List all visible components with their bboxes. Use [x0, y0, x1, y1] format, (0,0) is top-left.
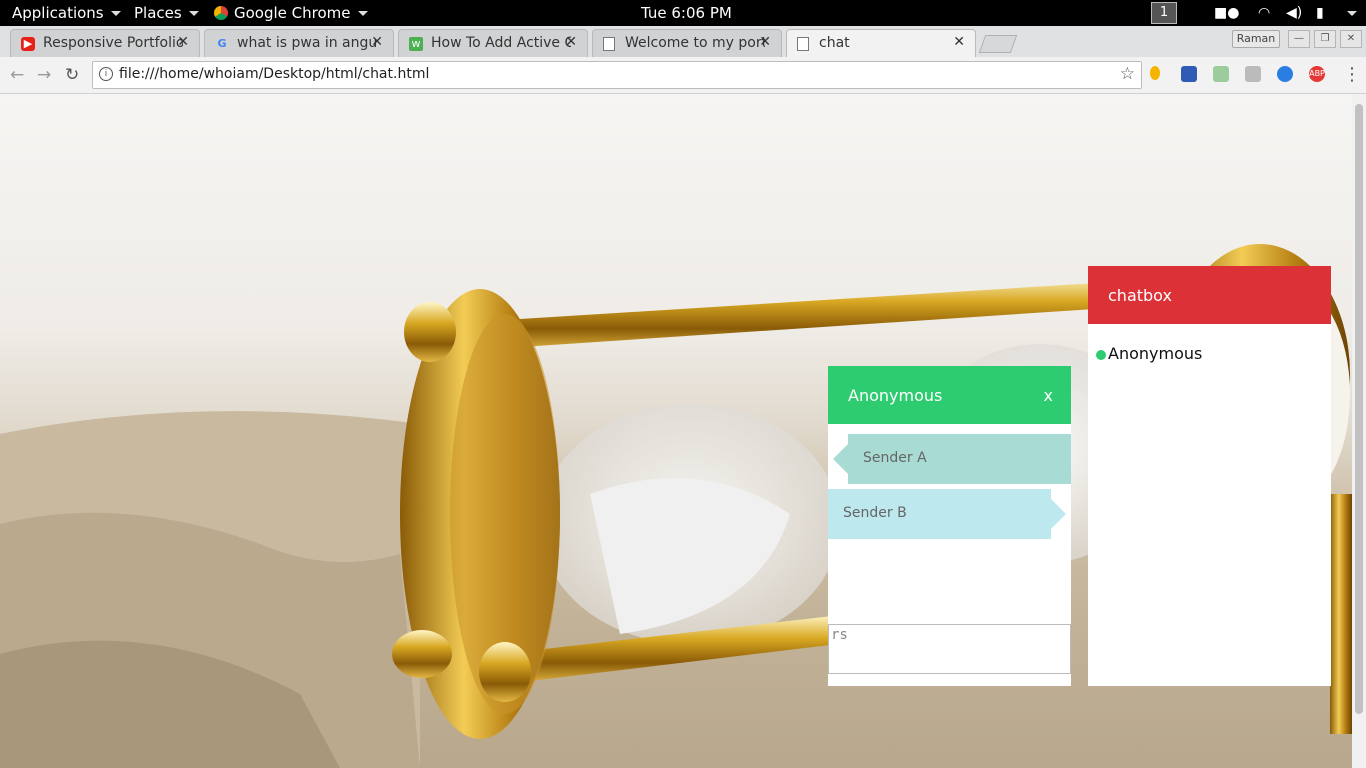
- tab-title: chat: [819, 35, 850, 51]
- conversation-header[interactable]: Anonymous x: [828, 366, 1071, 424]
- clock[interactable]: Tue 6:06 PM: [641, 4, 732, 22]
- close-tab-icon[interactable]: ✕: [177, 34, 189, 50]
- page-scrollbar[interactable]: [1352, 94, 1366, 768]
- tab-title: Responsive Portfolio: [43, 35, 183, 51]
- tab-chat[interactable]: chat ✕: [786, 29, 976, 57]
- message-bubble-right: Sender B: [828, 489, 1066, 539]
- chatbox-title: chatbox: [1108, 286, 1172, 305]
- close-conversation-button[interactable]: x: [1044, 386, 1053, 405]
- tab-responsive-portfolio[interactable]: ▶ Responsive Portfolio ✕: [10, 29, 200, 57]
- browser-toolbar: ← → ↻ i file:///home/whoiam/Desktop/html…: [0, 57, 1366, 94]
- places-menu[interactable]: Places: [134, 4, 199, 22]
- info-icon[interactable]: i: [99, 67, 113, 81]
- close-tab-icon[interactable]: ✕: [565, 34, 577, 50]
- close-tab-icon[interactable]: ✕: [759, 34, 771, 50]
- profile-button[interactable]: Raman: [1232, 30, 1280, 48]
- message-text: Sender A: [863, 450, 927, 466]
- chevron-down-icon: [110, 11, 121, 16]
- tab-title: How To Add Active C: [431, 35, 571, 51]
- user-name: Anonymous: [1108, 344, 1203, 363]
- chrome-icon: [214, 6, 228, 20]
- online-user-item[interactable]: Anonymous: [1096, 344, 1202, 363]
- tab-title: what is pwa in angular: [237, 35, 377, 51]
- sheets-extension-icon[interactable]: [1213, 66, 1229, 82]
- tab-pwa-angular[interactable]: G what is pwa in angular ✕: [204, 29, 394, 57]
- new-tab-button[interactable]: [978, 35, 1018, 53]
- close-window-icon[interactable]: ✕: [1340, 30, 1362, 48]
- chevron-down-icon: [188, 11, 199, 16]
- system-menu-caret[interactable]: [1340, 5, 1357, 21]
- message-input[interactable]: rs: [828, 624, 1071, 674]
- maximize-icon[interactable]: ❐: [1314, 30, 1336, 48]
- minimize-icon[interactable]: —: [1288, 30, 1310, 48]
- address-bar[interactable]: i file:///home/whoiam/Desktop/html/chat.…: [92, 61, 1142, 89]
- close-tab-icon[interactable]: ✕: [953, 34, 965, 50]
- message-text: Sender B: [843, 505, 907, 521]
- message-bubble-left: Sender A: [833, 434, 1071, 484]
- workspace-indicator[interactable]: 1: [1151, 2, 1177, 24]
- chatbox-header[interactable]: chatbox: [1088, 266, 1331, 324]
- chevron-down-icon: [357, 11, 368, 16]
- tab-title: Welcome to my port: [625, 35, 765, 51]
- close-tab-icon[interactable]: ✕: [371, 34, 383, 50]
- active-app-label: Google Chrome: [234, 4, 351, 22]
- contacts-extension-icon[interactable]: [1181, 66, 1197, 82]
- conversation-title: Anonymous: [848, 386, 943, 405]
- page-icon: [603, 37, 615, 51]
- chatbox-panel: chatbox Anonymous: [1088, 266, 1331, 686]
- battery-icon[interactable]: ▮: [1316, 5, 1324, 21]
- youtube-icon: ▶: [21, 37, 35, 51]
- bookmark-star-icon[interactable]: ☆: [1120, 64, 1135, 84]
- page-icon: [797, 37, 809, 51]
- system-top-bar: Applications Places Google Chrome Tue 6:…: [0, 0, 1366, 26]
- reload-icon[interactable]: ↻: [65, 65, 79, 85]
- active-app-menu[interactable]: Google Chrome: [214, 4, 368, 22]
- volume-icon[interactable]: ◀): [1286, 5, 1302, 21]
- scrollbar-thumb[interactable]: [1355, 104, 1363, 714]
- url-text[interactable]: file:///home/whoiam/Desktop/html/chat.ht…: [119, 66, 429, 82]
- conversation-window: Anonymous x Sender A Sender B rs: [828, 366, 1071, 686]
- w3schools-icon: w: [409, 37, 423, 51]
- camera-icon[interactable]: ■●: [1214, 5, 1239, 21]
- tab-active-class[interactable]: w How To Add Active C ✕: [398, 29, 588, 57]
- tab-welcome-portfolio[interactable]: Welcome to my port ✕: [592, 29, 782, 57]
- applications-menu[interactable]: Applications: [12, 4, 121, 22]
- adblock-plus-icon[interactable]: ABP: [1309, 66, 1325, 82]
- back-arrow-icon[interactable]: ←: [10, 65, 24, 85]
- tab-strip: ▶ Responsive Portfolio ✕ G what is pwa i…: [0, 26, 1366, 58]
- google-icon: G: [217, 37, 227, 50]
- lightbulb-extension-icon[interactable]: [1150, 66, 1160, 80]
- compass-extension-icon[interactable]: [1277, 66, 1293, 82]
- forward-arrow-icon[interactable]: →: [37, 65, 51, 85]
- online-status-icon: [1096, 349, 1106, 360]
- places-label: Places: [134, 4, 182, 22]
- applications-label: Applications: [12, 4, 104, 22]
- puzzle-extension-icon[interactable]: [1245, 66, 1261, 82]
- browser-menu-icon[interactable]: ⋮: [1343, 64, 1361, 85]
- chevron-down-icon: [1347, 10, 1357, 16]
- wifi-icon[interactable]: ◠: [1258, 5, 1270, 21]
